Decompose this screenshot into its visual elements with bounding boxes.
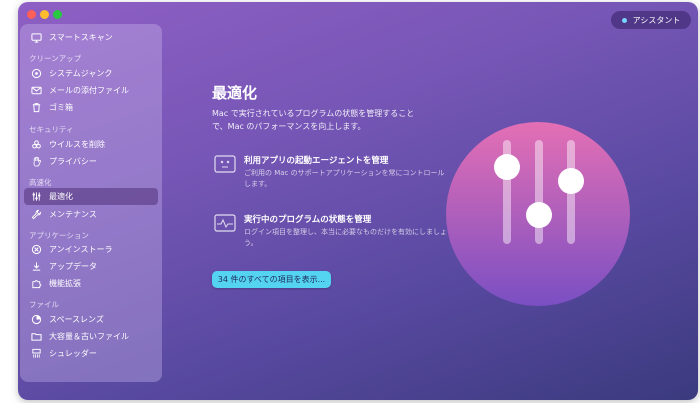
sidebar-item-optimization[interactable]: 最適化 xyxy=(24,188,158,205)
sidebar-item-label: スペースレンズ xyxy=(49,315,104,324)
sidebar: スマートスキャン クリーンアップ システムジャンク メールの添付ファイル ゴミ箱… xyxy=(20,24,162,382)
close-window-button[interactable] xyxy=(27,10,36,19)
mail-icon xyxy=(30,85,42,97)
sidebar-item-uninstaller[interactable]: アンインストーラ xyxy=(24,241,158,258)
system-junk-icon xyxy=(30,68,42,80)
assistant-label: アシスタント xyxy=(632,15,681,25)
assistant-button[interactable]: アシスタント xyxy=(611,11,691,29)
sidebar-item-label: ゴミ箱 xyxy=(49,103,73,112)
biohazard-icon xyxy=(30,139,42,151)
updater-icon xyxy=(30,261,42,273)
assistant-status-icon xyxy=(621,17,627,23)
sidebar-item-label: プライバシー xyxy=(49,157,97,166)
sidebar-item-system-junk[interactable]: システムジャンク xyxy=(24,65,158,82)
monitor-icon xyxy=(30,32,42,44)
optimization-emblem-icon xyxy=(446,122,630,306)
space-lens-icon xyxy=(30,314,42,326)
sidebar-item-mail-attachments[interactable]: メールの添付ファイル xyxy=(24,82,158,99)
hand-icon xyxy=(30,156,42,168)
shredder-icon xyxy=(30,348,42,360)
sidebar-section-applications: アプリケーション xyxy=(29,231,89,240)
sidebar-item-label: 機能拡張 xyxy=(49,279,81,288)
sidebar-section-speed: 高速化 xyxy=(29,178,52,187)
sidebar-item-label: スマートスキャン xyxy=(49,33,113,42)
feature-title: 利用アプリの起動エージェントを管理 xyxy=(244,156,389,166)
launch-agents-icon xyxy=(214,155,236,173)
app-window: スマートスキャン クリーンアップ システムジャンク メールの添付ファイル ゴミ箱… xyxy=(18,2,698,400)
sidebar-item-label: 最適化 xyxy=(49,192,73,201)
sidebar-item-shredder[interactable]: シュレッダー xyxy=(24,345,158,362)
sidebar-item-label: ウイルスを削除 xyxy=(49,140,105,149)
wrench-icon xyxy=(30,209,42,221)
trash-icon xyxy=(30,102,42,114)
sidebar-item-privacy[interactable]: プライバシー xyxy=(24,153,158,170)
sidebar-item-label: アンインストーラ xyxy=(49,245,113,254)
zoom-window-button[interactable] xyxy=(53,10,62,19)
extensions-icon xyxy=(30,278,42,290)
sidebar-item-updater[interactable]: アップデータ xyxy=(24,258,158,275)
review-all-items-button[interactable]: 34 件のすべての項目を表示... xyxy=(212,271,331,288)
sidebar-item-trash[interactable]: ゴミ箱 xyxy=(24,99,158,116)
feature-description: ご利用の Mac のサポートアプリケーションを常にコントロールします。 xyxy=(244,169,445,188)
sidebar-section-cleanup: クリーンアップ xyxy=(29,54,82,63)
sidebar-section-security: セキュリティ xyxy=(29,125,74,134)
sidebar-item-label: システムジャンク xyxy=(49,69,113,78)
sidebar-item-label: シュレッダー xyxy=(49,349,97,358)
sidebar-item-large-old-files[interactable]: 大容量＆古いファイル xyxy=(24,328,158,345)
folder-icon xyxy=(30,331,42,343)
sliders-icon xyxy=(30,191,42,203)
sidebar-item-label: 大容量＆古いファイル xyxy=(49,332,129,341)
feature-description: ログイン項目を整理し、本当に必要なものだけを有効にしましょう。 xyxy=(244,228,447,247)
sidebar-item-space-lens[interactable]: スペースレンズ xyxy=(24,311,158,328)
sidebar-item-maintenance[interactable]: メンテナンス xyxy=(24,206,158,223)
sidebar-item-label: アップデータ xyxy=(49,262,97,271)
sidebar-item-extensions[interactable]: 機能拡張 xyxy=(24,275,158,292)
sidebar-section-files: ファイル xyxy=(29,300,59,309)
sidebar-item-label: メンテナンス xyxy=(49,210,97,219)
uninstaller-icon xyxy=(30,244,42,256)
page-description: Mac で実行されているプログラムの状態を管理することで、Mac のパフォーマン… xyxy=(212,109,415,131)
page-title: 最適化 xyxy=(212,84,258,102)
sidebar-item-remove-virus[interactable]: ウイルスを削除 xyxy=(24,136,158,153)
feature-title: 実行中のプログラムの状態を管理 xyxy=(244,215,372,225)
sidebar-item-label: メールの添付ファイル xyxy=(49,86,129,95)
minimize-window-button[interactable] xyxy=(40,10,49,19)
sidebar-item-smart-scan[interactable]: スマートスキャン xyxy=(24,29,158,46)
activity-monitor-icon xyxy=(214,214,236,232)
